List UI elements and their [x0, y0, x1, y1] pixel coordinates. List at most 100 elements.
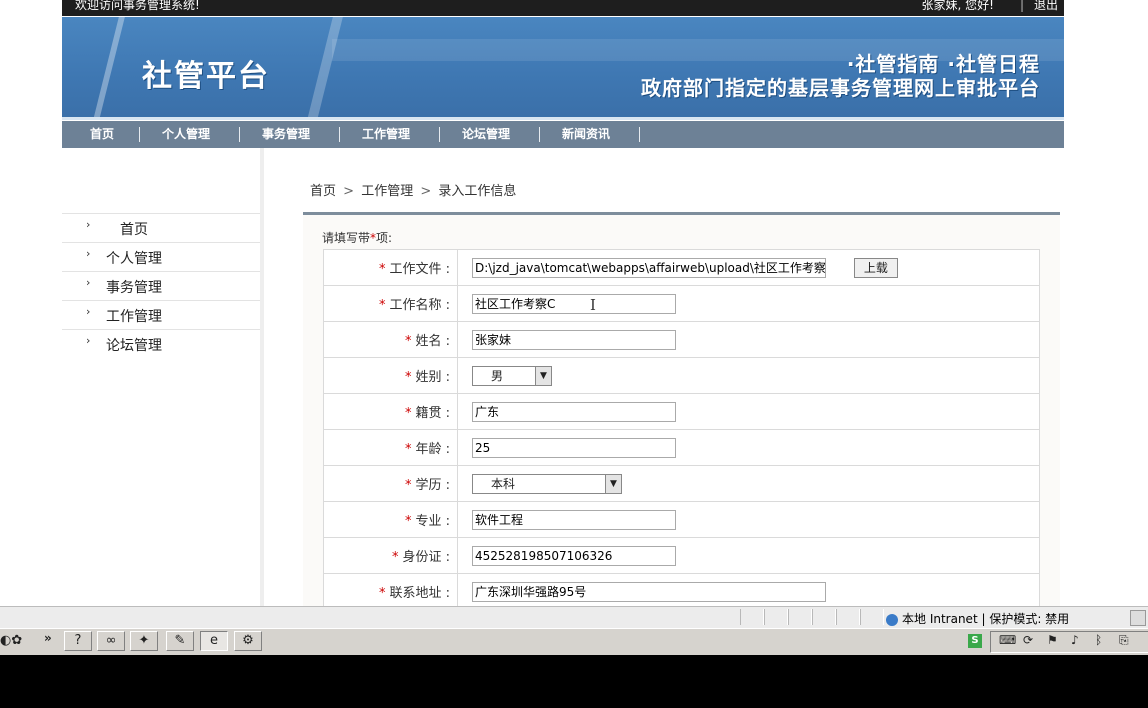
required-mark: * [404, 478, 412, 493]
tray-update-icon[interactable]: ⟳ [1023, 633, 1033, 647]
browser-status-bar: 本地 Intranet | 保护模式: 禁用 [0, 606, 1148, 628]
field-label: * 身份证 : [323, 537, 458, 574]
field-label-text: 联系地址 : [389, 586, 450, 601]
nav-item-home[interactable]: 首页 [90, 121, 114, 148]
system-tray: ⌨ ⟳ ⚑ ♪ ᛒ ⎘ [990, 631, 1148, 653]
nav-item-affairs[interactable]: 事务管理 [262, 121, 310, 148]
quicklaunch-icon[interactable]: ◐✿ [0, 633, 22, 648]
field-label-text: 工作名称 : [389, 298, 450, 313]
form-row-major: * 专业 : 软件工程 [323, 501, 1040, 538]
nav-item-personal[interactable]: 个人管理 [162, 121, 210, 148]
field-label: * 工作名称 : [323, 285, 458, 322]
banner-slogan-2: 政府部门指定的基层事务管理网上审批平台 [641, 76, 1040, 100]
field-label-text: 专业 : [415, 514, 450, 529]
breadcrumb-home[interactable]: 首页 [310, 184, 336, 199]
tray-network-icon[interactable]: ⌨ [999, 633, 1016, 647]
chevron-right-icon: › [86, 334, 91, 347]
main-nav: 首页 个人管理 事务管理 工作管理 论坛管理 新闻资讯 [62, 121, 1064, 148]
site-logo: 社管平台 [142, 59, 270, 94]
field-value-cell: 本科 ▼ [457, 465, 1040, 502]
tray-s-icon[interactable]: S [968, 634, 982, 648]
breadcrumb-current: 录入工作信息 [438, 184, 517, 199]
nav-item-forum[interactable]: 论坛管理 [462, 121, 510, 148]
welcome-text: 欢迎访问事务管理系统! [75, 0, 200, 12]
field-label-text: 年龄 : [415, 442, 450, 457]
breadcrumb-separator: > [420, 184, 432, 199]
field-value-cell: 张家妹 [457, 321, 1040, 358]
form-row-work-name: * 工作名称 : 社区工作考察C [323, 285, 1040, 322]
form-hint-suffix: 项: [376, 231, 393, 245]
help-app-icon[interactable]: ? [64, 631, 92, 651]
site-banner: 社管平台 ·社管指南 ·社管日程 政府部门指定的基层事务管理网上审批平台 [62, 17, 1064, 120]
sidebar-item-forum[interactable]: › 论坛管理 [62, 329, 260, 358]
work-name-input[interactable]: 社区工作考察C [472, 293, 676, 314]
sidebar-item-affairs[interactable]: › 事务管理 [62, 271, 260, 300]
chevron-right-icon: › [86, 218, 91, 231]
major-input[interactable]: 软件工程 [472, 509, 676, 530]
banner-stripe [93, 17, 125, 120]
logout-link[interactable]: 退出 [1034, 0, 1058, 12]
work-file-input[interactable]: D:\jzd_java\tomcat\webapps\affairweb\upl… [472, 257, 826, 278]
required-mark: * [404, 370, 412, 385]
notepad-app-icon[interactable]: ✎ [166, 631, 194, 651]
status-cell [788, 609, 812, 625]
bluetooth-icon[interactable]: ᛒ [1095, 633, 1102, 647]
quicklaunch-more-icon[interactable]: » [44, 631, 52, 645]
id-card-input[interactable]: 452528198507106326 [472, 545, 676, 566]
field-label-text: 工作文件 : [389, 262, 450, 277]
sidebar-item-work[interactable]: › 工作管理 [62, 300, 260, 329]
form-row-education: * 学历 : 本科 ▼ [323, 465, 1040, 502]
top-bar: 欢迎访问事务管理系统! 张家妹, 您好! | 退出 [62, 0, 1064, 16]
form-row-id-card: * 身份证 : 452528198507106326 [323, 537, 1040, 574]
breadcrumb: 首页 > 工作管理 > 录入工作信息 [310, 180, 516, 199]
field-value-cell: 男 ▼ [457, 357, 1040, 394]
required-mark: * [378, 586, 386, 601]
sidebar-item-personal[interactable]: › 个人管理 [62, 242, 260, 271]
form-row-hometown: * 籍贯 : 广东 [323, 393, 1040, 430]
sidebar-item-label: 论坛管理 [106, 338, 162, 354]
hometown-input[interactable]: 广东 [472, 401, 676, 422]
form-row-address: * 联系地址 : 广东深圳华强路95号 [323, 573, 1040, 606]
banner-bottom-line [62, 117, 1064, 120]
sidebar-item-label: 事务管理 [106, 280, 162, 296]
internet-explorer-icon[interactable]: e [200, 631, 228, 651]
upload-button[interactable]: 上载 [853, 257, 898, 278]
breadcrumb-section[interactable]: 工作管理 [361, 184, 413, 199]
leaf-app-icon[interactable]: ✦ [130, 631, 158, 651]
settings-app-icon[interactable]: ⚙ [234, 631, 262, 651]
sidebar-item-home[interactable]: › 首页 [62, 213, 260, 242]
age-input[interactable]: 25 [472, 437, 676, 458]
gender-select-value: 男 [491, 368, 504, 383]
zoom-icon[interactable] [1130, 610, 1146, 626]
education-select-value: 本科 [491, 476, 516, 491]
name-input[interactable]: 张家妹 [472, 329, 676, 350]
form-hint-prefix: 请填写带 [322, 231, 371, 245]
tray-device-icon[interactable]: ⎘ [1119, 633, 1129, 648]
required-mark: * [378, 298, 386, 313]
field-label-text: 姓名 : [415, 334, 450, 349]
field-value-cell: 社区工作考察C [457, 285, 1040, 322]
security-zone[interactable]: 本地 Intranet | 保护模式: 禁用 [886, 610, 1069, 627]
nav-item-work[interactable]: 工作管理 [362, 121, 410, 148]
chevron-down-icon: ▼ [605, 474, 621, 493]
status-cell [860, 609, 884, 625]
nav-item-news[interactable]: 新闻资讯 [562, 121, 610, 148]
gender-select[interactable]: 男 ▼ [472, 365, 552, 386]
nav-separator [539, 127, 540, 142]
address-input[interactable]: 广东深圳华强路95号 [472, 581, 826, 602]
field-label: * 姓名 : [323, 321, 458, 358]
field-label-text: 籍贯 : [415, 406, 450, 421]
taskbar: ◐✿ » ? ∞ ✦ ✎ e ⚙ S ⌨ ⟳ ⚑ ♪ ᛒ ⎘ [0, 628, 1148, 655]
field-value-cell: 25 [457, 429, 1040, 466]
education-select[interactable]: 本科 ▼ [472, 473, 622, 494]
topbar-separator: | [1019, 0, 1024, 12]
sidebar-item-label: 个人管理 [106, 251, 162, 267]
field-value-cell: 452528198507106326 [457, 537, 1040, 574]
tray-security-icon[interactable]: ⚑ [1047, 633, 1058, 647]
tray-audio-icon[interactable]: ♪ [1071, 633, 1079, 647]
required-mark: * [404, 406, 412, 421]
sidebar: › 首页 › 个人管理 › 事务管理 › 工作管理 › 论坛管理 [62, 148, 260, 606]
status-cell [764, 609, 788, 625]
chevron-right-icon: › [86, 247, 91, 260]
link-app-icon[interactable]: ∞ [97, 631, 125, 651]
